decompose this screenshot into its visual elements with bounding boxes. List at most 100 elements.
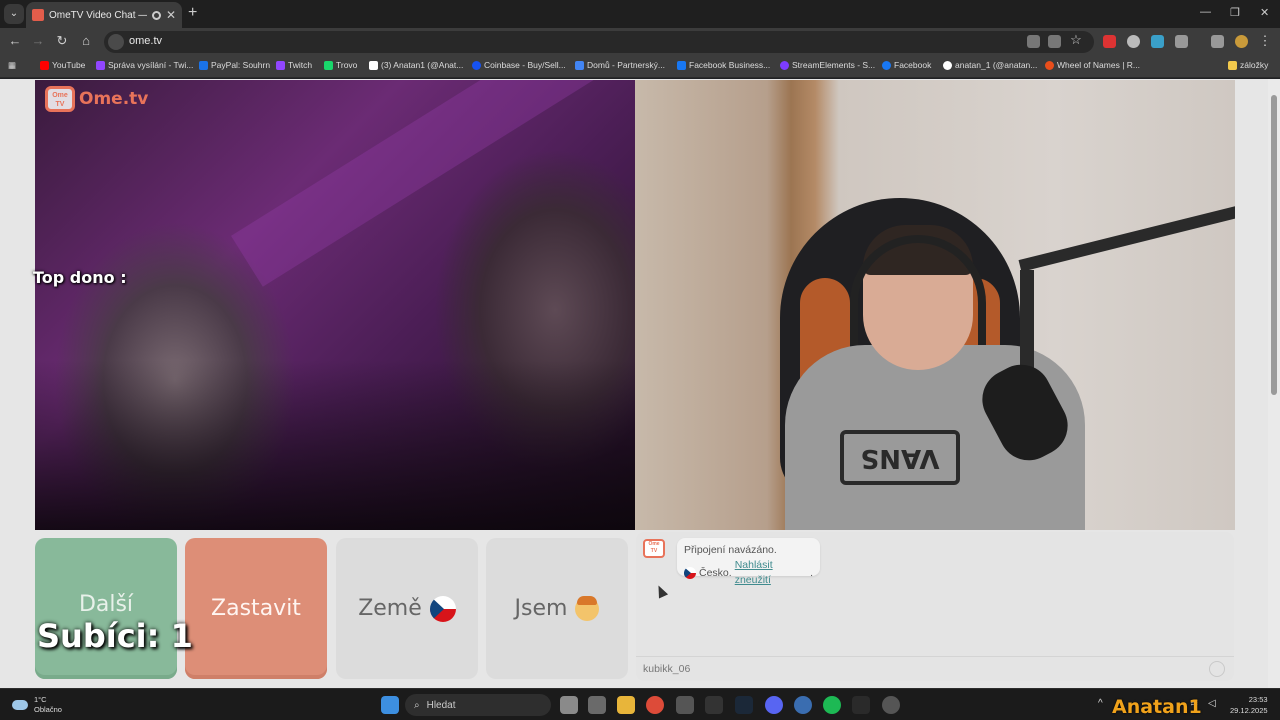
speaker-icon[interactable]: ◁ [1208, 698, 1216, 709]
ometv-logo-text: Ome.tv [79, 89, 149, 109]
next-button-label: Další [78, 592, 134, 617]
reload-icon[interactable]: ↻ [53, 33, 71, 49]
connection-status-text: Připojení navázáno. [684, 544, 777, 556]
stop-button-label: Zastavit [211, 596, 301, 621]
bookmark-trovo[interactable]: Trovo [324, 60, 357, 70]
new-tab-button[interactable]: + [188, 4, 197, 22]
chrome-icon[interactable] [646, 696, 664, 714]
home-icon[interactable]: ⌂ [77, 33, 95, 48]
video-light-stripe [231, 80, 619, 287]
chat-input-value: kubikk_06 [643, 663, 691, 675]
windows-start-icon[interactable] [381, 696, 399, 714]
cloud-icon [12, 700, 28, 710]
extension-translate-icon[interactable] [1151, 35, 1164, 48]
stop-button[interactable]: Zastavit [185, 538, 327, 679]
restore-button[interactable]: ❐ [1230, 6, 1240, 19]
next-button[interactable]: Další [35, 538, 177, 679]
extensions-puzzle-icon[interactable] [1175, 35, 1188, 48]
app-icon[interactable] [676, 696, 694, 714]
obs-icon[interactable] [882, 696, 900, 714]
forward-icon[interactable]: → [29, 33, 47, 48]
clock-date: 29.12.2025 [1230, 706, 1268, 715]
youtube-icon [40, 60, 49, 70]
bookmark-wheel-of-names[interactable]: Wheel of Names | R... [1045, 60, 1140, 70]
discord-icon[interactable] [765, 696, 783, 714]
country-selector[interactable]: Země [336, 538, 478, 679]
reading-list-icon[interactable] [1211, 35, 1224, 48]
scrollbar-thumb[interactable] [1271, 95, 1277, 395]
page-scrollbar[interactable] [1268, 79, 1280, 688]
search-icon: ⌕ [414, 699, 420, 711]
close-window-button[interactable]: ✕ [1260, 6, 1269, 19]
file-explorer-icon[interactable] [617, 696, 635, 714]
bookmark-x-anatan1[interactable]: (3) Anatan1 (@Anat... [369, 60, 463, 70]
extension-diamond-icon[interactable] [1127, 35, 1140, 48]
bookmark-label: Coinbase - Buy/Sell... [484, 60, 566, 70]
shirt-logo: VANS [840, 430, 960, 485]
mic-arm [1018, 204, 1235, 272]
tab-ometv[interactable]: OmeTV Video Chat — Ome ✕ [26, 2, 182, 28]
streamlabs-icon[interactable] [794, 696, 812, 714]
subscribers-overlay: Subíci: 1 [37, 617, 193, 655]
gender-selector[interactable]: Jsem [486, 538, 628, 679]
site-info-icon[interactable] [108, 34, 124, 50]
ometv-logo[interactable]: Ome TV Ome.tv [45, 86, 148, 112]
address-bar[interactable]: ome.tv [104, 31, 1094, 53]
extension-red-icon[interactable] [1103, 35, 1116, 48]
bookmark-label: anatan_1 (@anatan... [955, 60, 1038, 70]
weather-widget[interactable]: 1°C Oblačno [12, 695, 62, 715]
weather-desc: Oblačno [34, 705, 62, 714]
minimize-button[interactable]: — [1200, 6, 1211, 18]
bookmark-partner[interactable]: Domů - Partnerský... [575, 60, 665, 70]
tab-strip: ⌄ OmeTV Video Chat — Ome ✕ + — ❐ ✕ [0, 0, 1280, 28]
cast-icon[interactable] [1048, 35, 1061, 48]
epic-games-icon[interactable] [852, 696, 870, 714]
store-icon[interactable] [588, 696, 606, 714]
profile-avatar-icon[interactable] [1235, 35, 1248, 48]
menu-dots-icon[interactable]: ⋮ [1256, 33, 1274, 49]
bookmark-twitch[interactable]: Twitch [276, 60, 312, 70]
emoji-icon[interactable] [1209, 661, 1225, 677]
streamelements-icon [780, 60, 789, 70]
bookmark-facebook[interactable]: Facebook [882, 60, 931, 70]
ometv-tv-icon: Ome TV [45, 86, 75, 112]
apps-grid-icon[interactable]: ▦ [8, 60, 16, 71]
system-clock[interactable]: 23:53 29.12.2025 [1230, 694, 1268, 716]
back-icon[interactable]: ← [6, 33, 24, 48]
clock-time: 23:53 [1248, 695, 1268, 704]
video-shadow [35, 360, 635, 530]
close-tab-icon[interactable]: ✕ [166, 8, 176, 22]
bookmarks-folder-other[interactable]: záložky [1228, 60, 1268, 70]
bookmark-twitch-dashboard[interactable]: Správa vysílání - Twi... [96, 60, 193, 70]
paypal-icon [199, 60, 208, 70]
bookmark-star-icon[interactable]: ☆ [1067, 32, 1085, 48]
system-message: Připojení navázáno. Česko. Nahlásit zneu… [677, 538, 820, 586]
report-abuse-link[interactable]: Nahlásit zneužití [735, 558, 807, 588]
threads-icon [943, 60, 952, 70]
meta-icon [677, 60, 686, 70]
navigation-bar: ← → ↻ ⌂ ome.tv ☆ ⋮ [0, 28, 1280, 56]
spotify-icon[interactable] [823, 696, 841, 714]
self-video: VANS [635, 80, 1235, 530]
folder-icon [1228, 60, 1237, 70]
tray-overflow-icon[interactable]: ^ [1098, 698, 1103, 709]
taskbar-search-placeholder: Hledat [426, 699, 456, 711]
top-donor-overlay: Top dono : [33, 268, 127, 287]
screen: ⌄ OmeTV Video Chat — Ome ✕ + — ❐ ✕ ← → ↻… [0, 0, 1280, 720]
stranger-country: Česko. [699, 566, 732, 579]
task-view-icon[interactable] [560, 696, 578, 714]
steam-icon[interactable] [735, 696, 753, 714]
chat-input[interactable]: kubikk_06 [636, 656, 1234, 680]
country-selector-label: Země [358, 596, 422, 621]
bookmark-paypal[interactable]: PayPal: Souhrn [199, 60, 270, 70]
terminal-icon[interactable] [705, 696, 723, 714]
bookmark-facebook-business[interactable]: Facebook Business... [677, 60, 770, 70]
tab-search-button[interactable]: ⌄ [4, 4, 24, 24]
bookmark-label: Twitch [288, 60, 313, 70]
taskbar-search[interactable]: ⌕ Hledat [405, 694, 551, 716]
bookmark-coinbase[interactable]: Coinbase - Buy/Sell... [472, 60, 566, 70]
bookmark-streamelements[interactable]: StreamElements - S... [780, 60, 875, 70]
bookmark-threads-anatan[interactable]: anatan_1 (@anatan... [943, 60, 1037, 70]
bookmark-youtube[interactable]: YouTube [40, 60, 85, 70]
translate-icon[interactable] [1027, 35, 1040, 48]
